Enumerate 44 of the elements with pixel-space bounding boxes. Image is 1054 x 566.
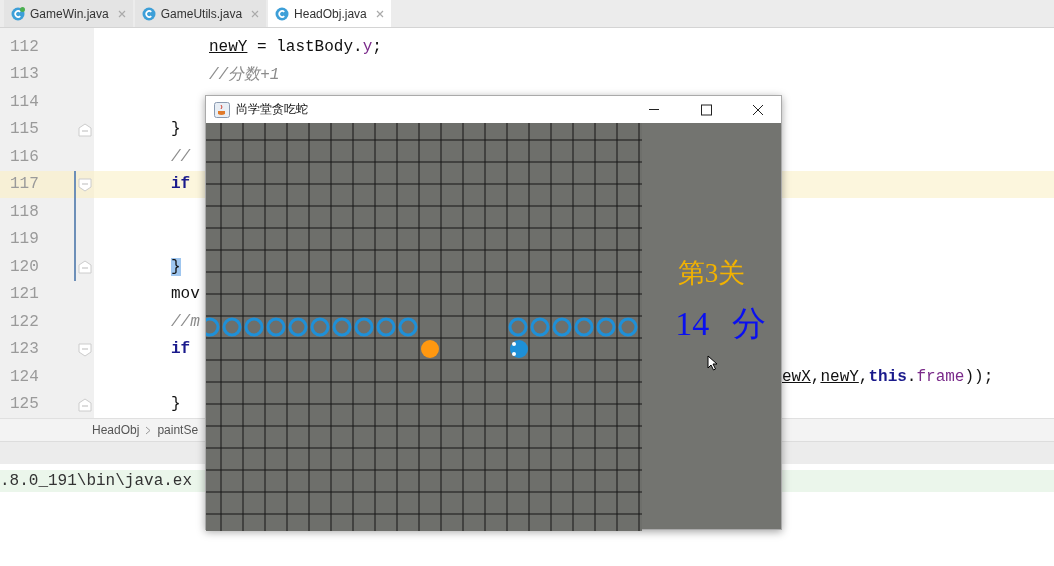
code-line: //: [171, 147, 191, 166]
code-line: }: [171, 395, 181, 414]
file-tab[interactable]: GameWin.java: [4, 0, 133, 27]
line-number: 115: [9, 120, 40, 139]
fold-icon[interactable]: [78, 122, 92, 137]
code-line: mov: [171, 285, 200, 304]
close-icon[interactable]: [251, 9, 260, 18]
line-number: 125: [9, 395, 40, 414]
mouse-cursor-icon: [707, 355, 718, 371]
line-number: 123: [9, 340, 40, 359]
breadcrumb-item[interactable]: HeadObj: [92, 423, 140, 437]
breadcrumb-item[interactable]: paintSe: [157, 423, 199, 437]
fold-icon[interactable]: [78, 260, 92, 274]
window-title: 尚学堂贪吃蛇: [236, 101, 308, 118]
cup-icon: [214, 101, 230, 118]
fold-icon[interactable]: [78, 177, 92, 192]
line-number: 117: [9, 175, 40, 194]
score-label: 14 分: [674, 304, 766, 344]
code-line: //分数+1: [209, 64, 280, 85]
line-number: 112: [9, 37, 40, 56]
line-number: 120: [9, 257, 40, 276]
close-icon[interactable]: [375, 9, 384, 18]
code-line: newY = lastBody.y;: [209, 37, 382, 56]
line-number: 113: [9, 65, 40, 84]
line-number: 116: [9, 147, 40, 166]
file-tab[interactable]: GameUtils.java: [134, 0, 267, 27]
fold-icon[interactable]: [78, 397, 92, 412]
code-line: ewX,newY,this.frame));: [782, 367, 994, 386]
chevron-icon: [145, 425, 152, 435]
line-number: 122: [9, 312, 40, 331]
file-tab[interactable]: HeadObj.java: [268, 0, 391, 27]
line-number: 121: [9, 285, 40, 304]
line-number: 124: [9, 367, 40, 386]
close-icon[interactable]: [117, 9, 126, 18]
line-number: 118: [9, 202, 40, 221]
fold-icon[interactable]: [78, 342, 92, 357]
line-number: 119: [9, 230, 40, 249]
code-line: //m: [171, 312, 200, 331]
code-line: if: [171, 175, 191, 194]
food-dot: [421, 340, 439, 358]
code-line: }: [171, 120, 181, 139]
line-number: 114: [9, 92, 40, 111]
code-line: if: [171, 340, 191, 359]
level-label: 第3关: [677, 257, 746, 290]
